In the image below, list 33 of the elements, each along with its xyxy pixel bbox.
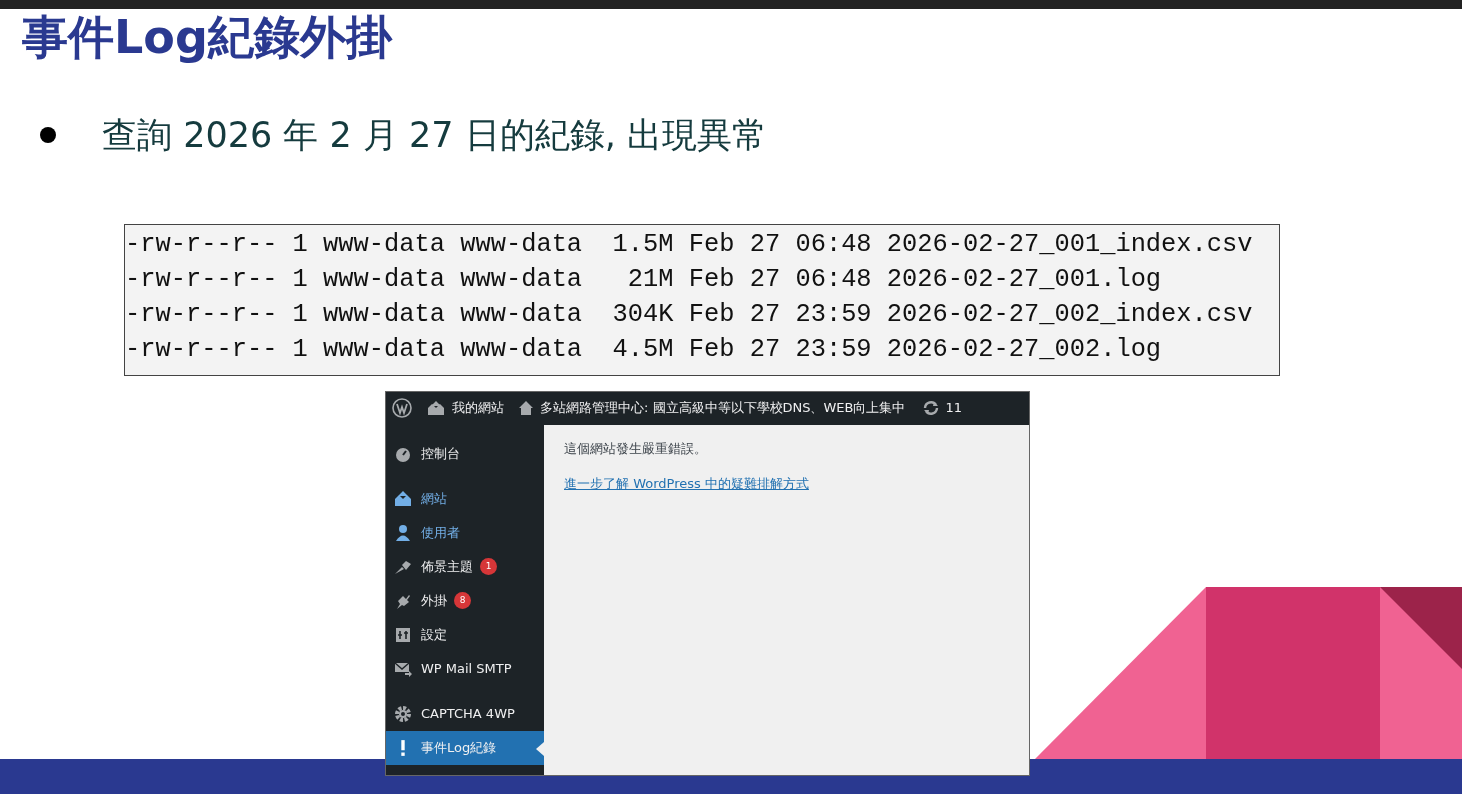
houses-icon[interactable] [426, 400, 446, 416]
sidebar-item[interactable]: WP Mail SMTP [386, 651, 544, 686]
sidebar-item[interactable]: 控制台 [386, 436, 544, 471]
gear-icon [394, 704, 412, 723]
houses-icon [394, 489, 412, 508]
user-icon [394, 523, 412, 542]
sidebar-item[interactable]: 佈景主題 1 [386, 549, 544, 584]
sidebar-item[interactable]: 網站 [386, 481, 544, 516]
my-sites-link[interactable]: 我的網站 [452, 398, 504, 418]
current-pointer-icon [536, 741, 544, 756]
terminal-line: -rw-r--r-- 1 www-data www-data 304K Feb 27 23:59 2026-02-27_002_index.csv [125, 298, 1254, 331]
sliders-icon [394, 625, 412, 644]
troubleshooting-link[interactable]: 進一步了解 WordPress 中的疑難排解方式 [564, 474, 809, 494]
sidebar-item[interactable]: 外掛 8 [386, 583, 544, 618]
refresh-icon[interactable] [921, 400, 940, 416]
sidebar-item[interactable]: CAPTCHA 4WP [386, 696, 544, 731]
sidebar-item[interactable]: 事件Log紀錄 [386, 730, 544, 765]
sidebar-item[interactable]: 設定 [386, 617, 544, 652]
terminal-line: -rw-r--r-- 1 www-data www-data 21M Feb 27 06:48 2026-02-27_001.log [125, 263, 1163, 296]
home-icon[interactable] [518, 400, 534, 416]
slide-title: 事件Log紀錄外掛 [22, 11, 392, 63]
wordpress-logo-icon[interactable] [392, 398, 412, 418]
terminal-line: -rw-r--r-- 1 www-data www-data 1.5M Feb 27 06:48 2026-02-27_001_index.csv [125, 228, 1254, 261]
bullet-text: 查詢 2026 年 2 月 27 日的紀錄, 出現異常 [102, 114, 767, 157]
count-badge: 1 [480, 558, 497, 575]
error-message: 這個網站發生嚴重錯誤。 [564, 439, 707, 458]
updates-count[interactable]: 11 [945, 398, 963, 418]
exclamation-icon [400, 738, 406, 757]
count-badge: 8 [454, 592, 471, 609]
sidebar-item[interactable]: 使用者 [386, 515, 544, 550]
terminal-line: -rw-r--r-- 1 www-data www-data 4.5M Feb 27 23:59 2026-02-27_002.log [125, 333, 1163, 366]
site-name-link[interactable]: 多站網路管理中心: 國立高級中等以下學校DNS、WEB向上集中 [540, 398, 906, 418]
bullet-icon [40, 127, 56, 144]
